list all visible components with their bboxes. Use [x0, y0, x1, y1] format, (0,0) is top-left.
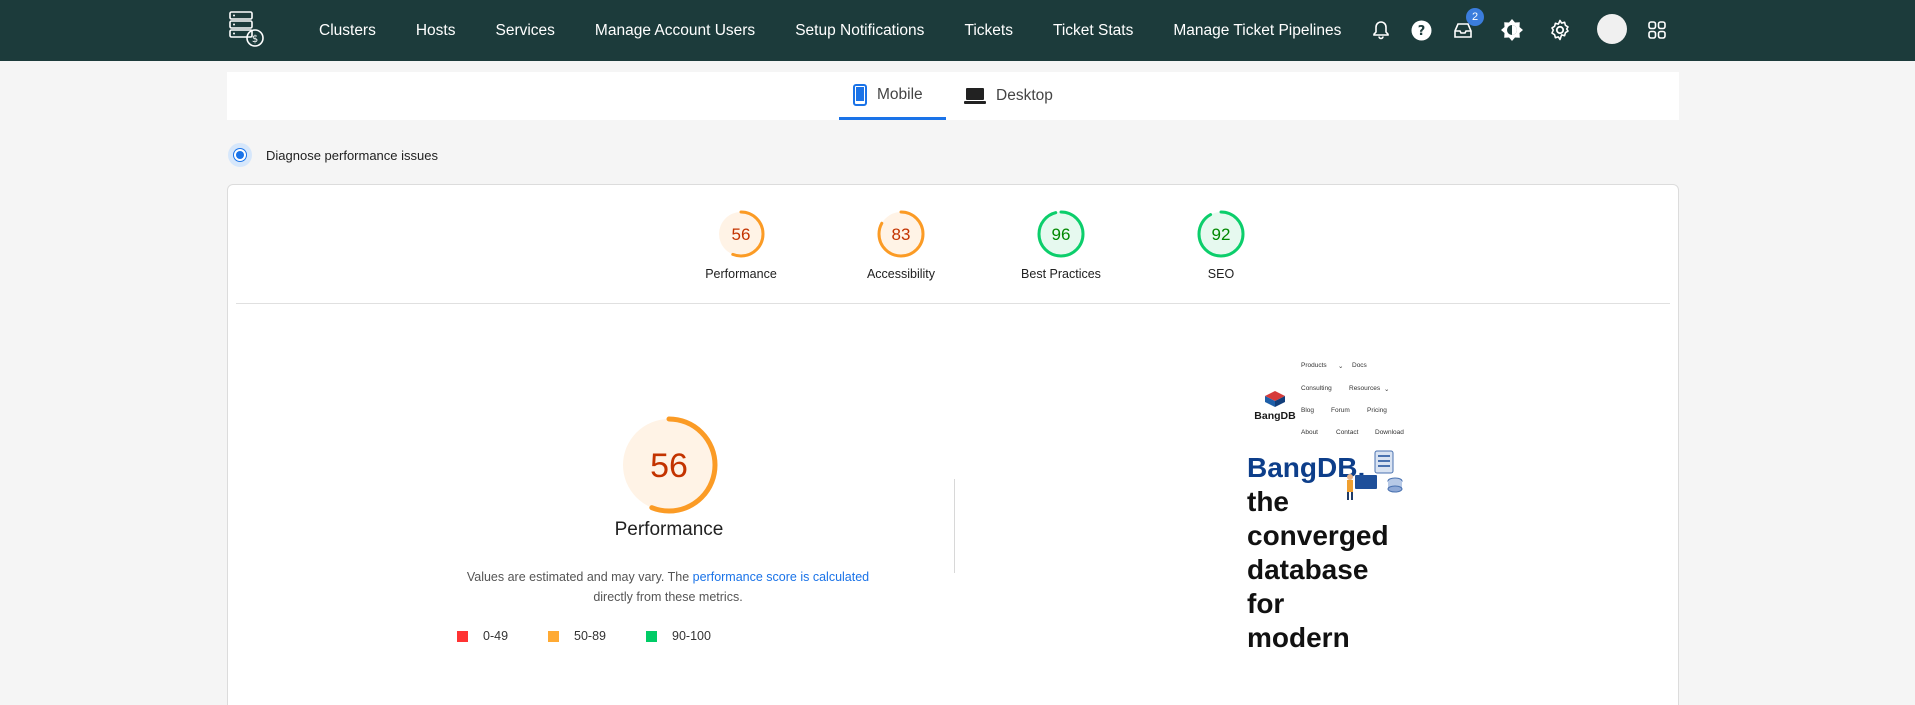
description-suffix: directly from these metrics.	[593, 590, 743, 604]
diagnose-header: Diagnose performance issues	[228, 143, 438, 167]
legend-fail-swatch	[457, 630, 468, 642]
nav-link-manage-ticket-pipelines[interactable]: Manage Ticket Pipelines	[1173, 22, 1341, 40]
diagnose-label: Diagnose performance issues	[266, 147, 438, 163]
gauge-accessibility-value: 83	[892, 225, 911, 244]
thumb-chevron-products-icon: ⌄	[1338, 363, 1344, 370]
gauge-performance[interactable]: 56 Performance	[686, 208, 796, 281]
legend-average-swatch	[548, 630, 560, 642]
avatar[interactable]	[1597, 14, 1627, 44]
bangdb-logo: BangDB	[1250, 390, 1300, 422]
legend-pass-label: 90-100	[672, 629, 711, 643]
main-gauge-label: Performance	[614, 519, 724, 540]
gauge-performance-value: 56	[732, 225, 751, 244]
gauge-accessibility-ring: 83	[877, 210, 925, 258]
hero-line-5: modern	[1247, 622, 1350, 653]
gauge-best-practices-value: 96	[1052, 225, 1071, 244]
main-performance-gauge: 56 Performance	[529, 415, 809, 541]
nav-link-setup-notifications[interactable]: Setup Notifications	[795, 22, 924, 40]
legend-item-fail: 0-49	[457, 629, 508, 643]
tab-mobile[interactable]: Mobile	[839, 72, 946, 120]
bangdb-logo-text: BangDB	[1254, 410, 1296, 422]
laptop-icon	[964, 87, 986, 105]
hero-illustration	[1337, 447, 1407, 508]
gauge-accessibility[interactable]: 83 Accessibility	[846, 208, 956, 281]
app-logo[interactable]: $	[228, 10, 266, 48]
nav-link-hosts[interactable]: Hosts	[416, 22, 456, 40]
inbox-count-badge: 2	[1466, 8, 1484, 26]
diagnose-icon	[228, 143, 252, 167]
thumb-menu-resources: Resources	[1349, 385, 1381, 392]
thumb-menu-download: Download	[1375, 429, 1404, 436]
hero-line-4: for	[1247, 588, 1285, 619]
legend-average-label: 50-89	[574, 629, 607, 643]
gauge-seo[interactable]: 92 SEO	[1166, 208, 1276, 281]
thumb-menu-pricing: Pricing	[1367, 407, 1387, 414]
thumb-menu-docs: Docs	[1352, 362, 1367, 369]
tab-desktop[interactable]: Desktop	[964, 72, 1064, 120]
thumb-menu-about: About	[1301, 429, 1318, 436]
svg-text:?: ?	[1417, 24, 1425, 39]
gauge-performance-label: Performance	[705, 267, 777, 281]
apps-grid-icon[interactable]	[1644, 17, 1670, 43]
top-navbar: $ Clusters Hosts Services Manage Account…	[0, 0, 1915, 61]
gauge-best-practices[interactable]: 96 Best Practices	[1006, 208, 1116, 281]
theme-toggle-icon[interactable]	[1499, 17, 1525, 43]
nav-link-tickets[interactable]: Tickets	[964, 22, 1013, 40]
nav-link-clusters[interactable]: Clusters	[319, 22, 376, 40]
section-divider	[954, 479, 955, 573]
tab-label-desktop: Desktop	[996, 87, 1053, 104]
thumb-menu-contact: Contact	[1336, 429, 1359, 436]
mobile-icon	[853, 83, 867, 106]
gauge-accessibility-label: Accessibility	[866, 267, 936, 281]
gauge-best-practices-ring: 96	[1037, 210, 1085, 258]
svg-text:$: $	[252, 34, 258, 45]
thumb-menu-consulting: Consulting	[1301, 385, 1332, 392]
score-legend: 0-49 50-89 90-100	[457, 628, 751, 644]
thumb-menu-products: Products	[1301, 362, 1327, 369]
gauge-seo-value: 92	[1212, 225, 1231, 244]
nav-link-ticket-stats[interactable]: Ticket Stats	[1053, 22, 1133, 40]
legend-item-pass: 90-100	[646, 629, 711, 643]
main-gauge-ring: 56	[620, 416, 718, 514]
legend-fail-label: 0-49	[483, 629, 509, 643]
bell-icon[interactable]	[1368, 17, 1394, 43]
thumb-chevron-resources-icon: ⌄	[1384, 386, 1390, 393]
gauge-seo-ring: 92	[1197, 210, 1245, 258]
gauge-best-practices-label: Best Practices	[1021, 267, 1101, 281]
score-calculator-link[interactable]: performance score is calculated	[693, 570, 869, 584]
nav-link-services[interactable]: Services	[495, 22, 554, 40]
device-tabs: Mobile Desktop	[227, 72, 1679, 120]
page-screenshot-thumbnail[interactable]: BangDB Products ⌄ Docs Consulting Resour…	[1240, 355, 1480, 705]
nav-links: Clusters Hosts Services Manage Account U…	[319, 0, 1381, 61]
score-description: Values are estimated and may vary. The p…	[378, 567, 958, 607]
main-gauge-value: 56	[650, 447, 688, 485]
hero-line-2: converged	[1247, 520, 1389, 551]
gauge-performance-ring: 56	[717, 210, 765, 258]
gear-icon[interactable]	[1547, 17, 1573, 43]
legend-pass-swatch	[646, 630, 658, 642]
score-gauges: 56 Performance 83 Accessibility 96 Best Pra…	[236, 185, 1670, 304]
nav-link-manage-account-users[interactable]: Manage Account Users	[595, 22, 755, 40]
gauge-seo-label: SEO	[1207, 267, 1235, 281]
tab-label-mobile: Mobile	[877, 85, 923, 103]
thumb-menu-blog: Blog	[1301, 407, 1315, 414]
hero-line-3: database	[1247, 554, 1369, 585]
thumb-menu-forum: Forum	[1331, 407, 1350, 414]
report-card: 56 Performance 83 Accessibility 96 Best Pra…	[227, 184, 1679, 705]
description-prefix: Values are estimated and may vary. The	[466, 570, 693, 584]
help-icon[interactable]: ?	[1408, 17, 1434, 43]
legend-item-average: 50-89	[548, 629, 606, 643]
